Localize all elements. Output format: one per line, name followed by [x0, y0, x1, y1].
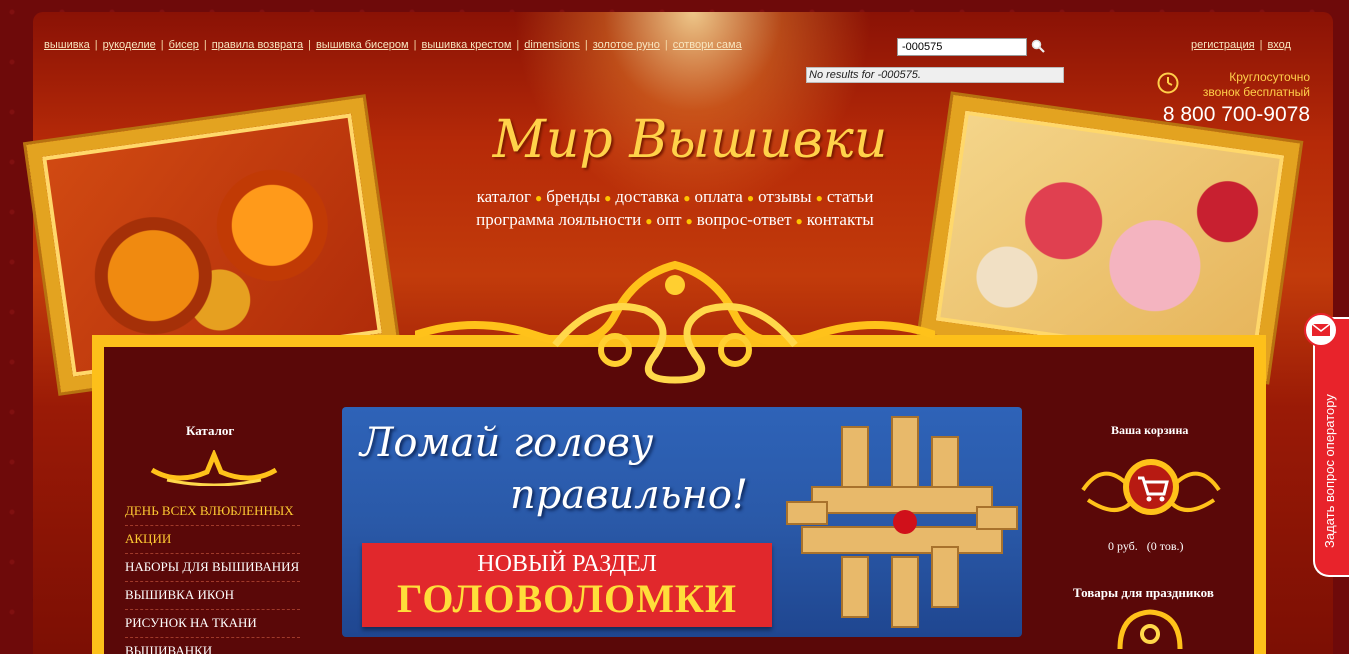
- ribbon-line-1: НОВЫЙ РАЗДЕЛ: [477, 551, 657, 577]
- banner-headline-1: Ломай голову: [360, 420, 654, 466]
- contact-note-1: Круглосуточно: [1229, 70, 1310, 84]
- banner-ribbon: НОВЫЙ РАЗДЕЛ ГОЛОВОЛОМКИ: [362, 543, 772, 627]
- ribbon-line-2: ГОЛОВОЛОМКИ: [396, 576, 738, 621]
- nav-contacts[interactable]: контакты: [807, 210, 874, 229]
- nav-wholesale[interactable]: опт: [657, 210, 682, 229]
- site-logo[interactable]: Мир Вышивки: [455, 110, 925, 170]
- gold-ornament: [415, 260, 935, 384]
- catalog-title: Каталог: [186, 423, 235, 438]
- nav-brands[interactable]: бренды: [546, 187, 600, 206]
- cart-sum: 0 руб.: [1108, 539, 1138, 553]
- catalog-item-fabric[interactable]: Рисунок на ткани: [125, 610, 300, 638]
- login-link[interactable]: вход: [1267, 39, 1291, 51]
- toplink-zolotoe-runo[interactable]: золотое руно: [593, 39, 660, 51]
- cart-count: (0 тов.): [1146, 539, 1184, 553]
- mail-icon[interactable]: [1303, 312, 1339, 348]
- catalog-item-vyshivanki[interactable]: Вышиванки: [125, 638, 300, 654]
- toplink-dimensions[interactable]: dimensions: [524, 39, 580, 51]
- auth-links: регистрация | вход: [1191, 39, 1291, 51]
- nav-delivery[interactable]: доставка: [615, 187, 679, 206]
- register-link[interactable]: регистрация: [1191, 39, 1255, 51]
- ask-operator-label: Задать вопрос оператору: [1322, 394, 1337, 548]
- catalog-ornament: [150, 450, 278, 486]
- toplink-vyshivka-krestom[interactable]: вышивка крестом: [421, 39, 511, 51]
- contact-note-2: звонок бесплатный: [1202, 85, 1310, 99]
- toplink-vyshivka-biserom[interactable]: вышивка бисером: [316, 39, 409, 51]
- nav-articles[interactable]: статьи: [827, 187, 874, 206]
- search-input[interactable]: [897, 38, 1027, 56]
- holiday-goods-title: Товары для праздников: [1073, 585, 1214, 600]
- holiday-ornament: [1117, 609, 1183, 650]
- nav-loyalty[interactable]: программа лояльности: [476, 210, 641, 229]
- phone-number[interactable]: 8 800 700-9078: [1150, 103, 1310, 127]
- nav-catalog[interactable]: каталог: [477, 187, 531, 206]
- search-no-results: No results for -000575.: [806, 67, 1064, 83]
- toplink-biser[interactable]: бисер: [169, 39, 199, 51]
- cart-title: Ваша корзина: [1111, 423, 1189, 437]
- nav-faq[interactable]: вопрос-ответ: [697, 210, 792, 229]
- catalog-item-valentine[interactable]: День всех влюбленных: [125, 498, 300, 526]
- catalog-item-icons[interactable]: Вышивка икон: [125, 582, 300, 610]
- promo-banner[interactable]: Ломай голову правильно! НОВЫЙ РАЗДЕЛ ГОЛ…: [342, 407, 1022, 637]
- main-nav: каталог ● бренды ● доставка ● оплата ● отзывы ● ст…: [476, 187, 874, 229]
- toplink-vozvrat[interactable]: правила возврата: [212, 39, 303, 51]
- search-icon[interactable]: [1031, 39, 1045, 53]
- catalog-list: День всех влюбленных Акции Наборы для вы…: [125, 498, 300, 654]
- cart-icon[interactable]: [1078, 450, 1224, 524]
- toplink-sotvori-sama[interactable]: сотвори сама: [673, 39, 742, 51]
- banner-headline-2: правильно!: [510, 472, 749, 518]
- top-links: вышивка | рукоделие | бисер | правила возврата…: [44, 39, 742, 51]
- cart-summary: 0 руб. (0 тов.): [1108, 539, 1184, 554]
- catalog-item-sales[interactable]: Акции: [125, 526, 300, 554]
- catalog-item-kits[interactable]: Наборы для вышивания: [125, 554, 300, 582]
- contact-block: Круглосуточно звонок бесплатный 8 800 70…: [1150, 70, 1310, 127]
- nav-payment[interactable]: оплата: [694, 187, 742, 206]
- nav-reviews[interactable]: отзывы: [758, 187, 812, 206]
- wooden-puzzle-image: [786, 416, 1018, 628]
- toplink-rukodelie[interactable]: рукоделие: [103, 39, 156, 51]
- toplink-vyshivka[interactable]: вышивка: [44, 39, 90, 51]
- banner-headline: Ломай голову правильно!: [360, 417, 748, 521]
